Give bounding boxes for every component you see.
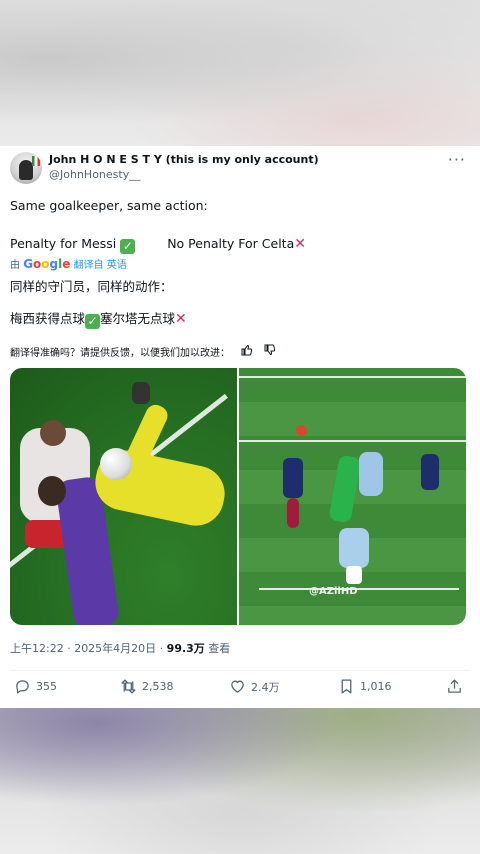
barca-player [283,458,303,498]
retweet-count: 2,538 [142,680,174,693]
more-options-icon[interactable]: ··· [448,150,466,169]
background-bottom-blur [0,708,480,854]
background-top-blur [0,0,480,146]
retweet-button[interactable]: 2,538 [120,678,174,695]
bookmark-button[interactable]: 1,016 [338,678,392,695]
goalkeeper-player-right [328,454,362,524]
penalty-messi-text: Penalty for Messi [10,236,117,251]
barca-player-right [421,454,439,490]
views-label: 查看 [204,642,231,655]
translated-penalty-messi: 梅西获得点球 [10,311,86,326]
translated-no-penalty-celta: 塞尔塔无点球 [100,311,176,326]
tweet-actions-bar: 355 2,538 2.4万 1,016 [0,678,480,702]
user-handle[interactable]: @JohnHonesty__ [49,168,140,181]
tweet-text-line2: Penalty for Messi ✓ No Penalty For Celta… [10,236,306,254]
feedback-prompt: 翻译得准确吗？请提供反馈，以便我们加以改进： [10,348,230,359]
share-button[interactable] [446,678,463,695]
heart-icon [231,680,244,693]
reply-count: 355 [36,680,57,693]
avatar-figure [19,160,33,180]
defender-head [40,420,66,446]
tweet-card: John H O N E S T Y (this is my only acco… [0,146,480,708]
display-name[interactable]: John H O N E S T Y (this is my only acco… [49,153,319,166]
bookmark-count: 1,016 [360,680,392,693]
tweet-text-line1: Same goalkeeper, same action: [10,198,208,213]
celta-player-28 [339,528,369,568]
celta-shorts [346,566,362,584]
check-mark-icon: ✓ [85,314,101,329]
avatar-flag [32,156,40,166]
avatar[interactable] [10,152,42,184]
translated-text-line2: 梅西获得点球 ✓ 塞尔塔无点球✕ [10,308,187,329]
pitch-line [239,376,466,378]
google-logo: Google [23,257,71,271]
views-count: 99.3万 [166,642,205,655]
cross-mark-icon: ✕ [294,236,306,252]
timestamp-text: 上午12:22 · 2025年4月20日 · [10,642,167,655]
media-watermark: @AZiiHD [309,586,358,597]
tweet-timestamp[interactable]: 上午12:22 · 2025年4月20日 · 99.3万 查看 [10,640,230,656]
bookmark-icon [341,679,352,694]
thumbs-down-icon[interactable] [264,344,276,359]
celta-player-jumping [359,452,383,496]
like-count: 2.4万 [251,680,280,694]
no-penalty-celta-text: No Penalty For Celta [167,236,295,251]
share-icon [448,679,461,693]
football-right [296,425,307,436]
divider [10,670,470,671]
pitch-line [239,440,466,442]
translated-from-english-link[interactable]: 翻译自 英语 [74,260,127,271]
check-mark-icon: ✓ [120,239,136,254]
thumbs-up-icon[interactable] [241,344,253,359]
goalkeeper-glove [132,382,150,404]
reply-button[interactable]: 355 [14,678,57,695]
media-photo-messi-penalty[interactable] [10,368,237,625]
tweet-media[interactable]: @AZiiHD [10,368,466,625]
like-button[interactable]: 2.4万 [229,678,280,695]
retweet-icon [121,679,136,694]
football [100,448,132,480]
translated-by-prefix: 由 [10,260,20,271]
attacker-head [38,476,66,506]
media-photo-celta-no-penalty[interactable]: @AZiiHD [239,368,466,625]
reply-icon [16,680,29,694]
pitch-line [259,588,459,590]
translation-feedback: 翻译得准确吗？请提供反馈，以便我们加以改进： [10,344,276,359]
cross-mark-icon: ✕ [175,311,187,327]
barca-shorts [287,498,299,528]
translated-text-line1: 同样的守门员，同样的动作： [10,279,173,294]
translated-by-line: 由 Google 翻译自 英语 [10,256,127,271]
